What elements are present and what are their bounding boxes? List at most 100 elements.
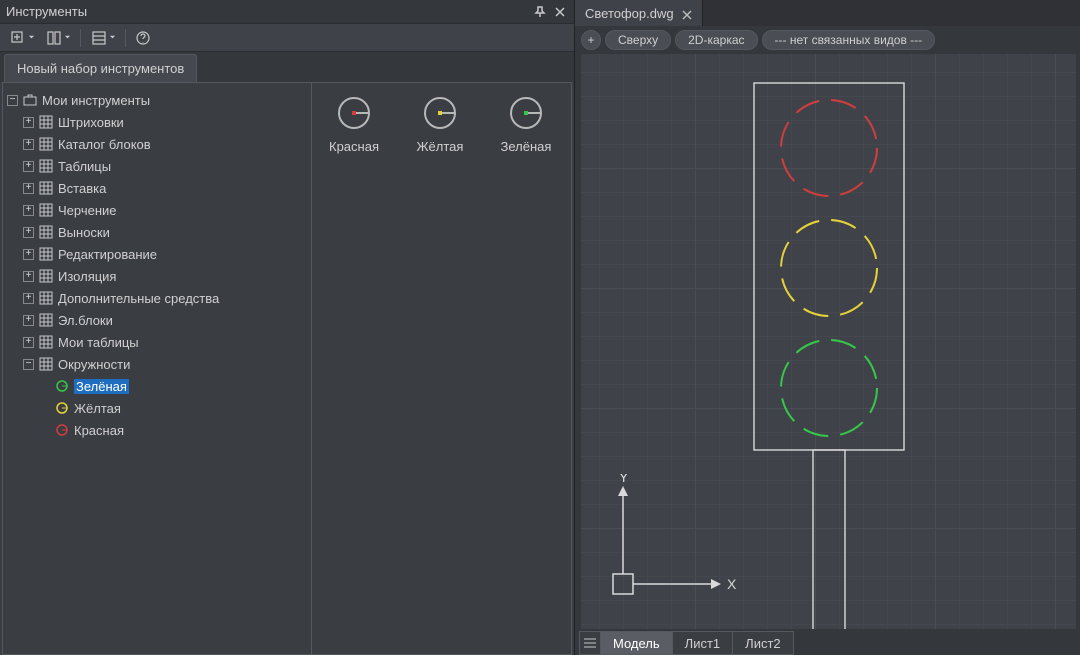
grid-icon [38,224,54,240]
layout-tabstrip: МодельЛист1Лист2 [575,631,1080,655]
gallery-item-label: Жёлтая [404,139,476,154]
toolbar-view-button[interactable] [87,27,119,49]
expand-icon[interactable] [23,139,34,150]
circle-icon [54,378,70,394]
tree-item[interactable]: Выноски [23,221,307,243]
document-tab-label: Светофор.dwg [585,6,674,21]
grid-icon [38,312,54,328]
expand-icon[interactable] [23,227,34,238]
document-tabstrip: Светофор.dwg [575,0,1080,26]
tool-gallery: Красная Жёлтая Зелёная [312,82,572,655]
layout-tab[interactable]: Модель [601,631,673,655]
tools-panel: Инструменты Новый набор инструментов [0,0,575,655]
expand-icon[interactable] [23,183,34,194]
gallery-item[interactable]: Зелёная [490,93,562,154]
tree-item[interactable]: Окружности [23,353,307,375]
gallery-item-label: Красная [318,139,390,154]
breadcrumb-linked-views[interactable]: --- нет связанных видов --- [762,30,936,50]
tree-item[interactable]: Изоляция [23,265,307,287]
close-document-icon[interactable] [682,8,692,18]
expand-icon[interactable] [7,95,18,106]
tree-item-label: Изоляция [58,269,116,284]
expand-icon[interactable] [23,359,34,370]
toolset-tab[interactable]: Новый набор инструментов [4,54,197,82]
tree-root-label: Мои инструменты [42,93,150,108]
expand-icon[interactable] [23,117,34,128]
tree-item-label: Мои таблицы [58,335,139,350]
toolbar-separator [125,29,126,47]
tree-item-label: Дополнительные средства [58,291,219,306]
tree-item[interactable]: Вставка [23,177,307,199]
tree-item-label: Окружности [58,357,130,372]
tree-item-label: Зелёная [74,379,129,394]
breadcrumb-add-button[interactable]: + [581,30,601,50]
ucs-icon: Y X [603,474,743,607]
expand-icon[interactable] [23,249,34,260]
grid-icon [38,268,54,284]
layout-tab[interactable]: Лист2 [733,631,793,655]
svg-text:Y: Y [619,474,629,485]
grid-icon [38,136,54,152]
tree-item[interactable]: Эл.блоки [23,309,307,331]
tree-item-label: Эл.блоки [58,313,113,328]
gallery-item[interactable]: Красная [318,93,390,154]
layout-list-icon[interactable] [579,631,601,655]
circle-icon [54,400,70,416]
expand-icon[interactable] [23,161,34,172]
tree-item-label: Вставка [58,181,106,196]
tools-panel-title: Инструменты [6,4,528,19]
toolbar-help-button[interactable] [132,27,154,49]
toolbar-add-button[interactable] [6,27,38,49]
breadcrumb-visual-style[interactable]: 2D-каркас [675,30,757,50]
expand-icon[interactable] [23,205,34,216]
tree-item[interactable]: Редактирование [23,243,307,265]
tree-item[interactable]: Зелёная [39,375,307,397]
tree-item-label: Каталог блоков [58,137,151,152]
expand-icon[interactable] [23,337,34,348]
tools-workarea: Мои инструменты Штриховки Каталог блоков… [0,82,574,655]
tree-item-label: Штриховки [58,115,124,130]
circle-icon [54,422,70,438]
expand-icon[interactable] [23,315,34,326]
toolbar-separator [80,29,81,47]
tree-item-label: Таблицы [58,159,111,174]
tree-item[interactable]: Черчение [23,199,307,221]
grid-icon [38,356,54,372]
drawing-area: Светофор.dwg + Сверху 2D-каркас --- нет … [575,0,1080,655]
breadcrumb-view[interactable]: Сверху [605,30,671,50]
tree-root[interactable]: Мои инструменты [7,89,307,111]
gallery-item-label: Зелёная [490,139,562,154]
gallery-item[interactable]: Жёлтая [404,93,476,154]
view-breadcrumb: + Сверху 2D-каркас --- нет связанных вид… [575,26,1080,54]
drawing-canvas[interactable]: Y X [581,54,1076,629]
circle-tool-icon [334,93,374,133]
circle-tool-icon [420,93,460,133]
tree-item[interactable]: Штриховки [23,111,307,133]
grid-icon [38,114,54,130]
tree-item[interactable]: Дополнительные средства [23,287,307,309]
toolset-tabstrip: Новый набор инструментов [0,52,574,82]
tools-tree[interactable]: Мои инструменты Штриховки Каталог блоков… [2,82,312,655]
expand-icon[interactable] [23,293,34,304]
layout-tab[interactable]: Лист1 [673,631,733,655]
grid-icon [38,158,54,174]
grid-icon [38,290,54,306]
pin-icon[interactable] [532,4,548,20]
tree-item[interactable]: Мои таблицы [23,331,307,353]
tools-panel-header: Инструменты [0,0,574,24]
document-tab[interactable]: Светофор.dwg [575,0,703,26]
tree-item[interactable]: Каталог блоков [23,133,307,155]
tree-item[interactable]: Жёлтая [39,397,307,419]
tree-item[interactable]: Красная [39,419,307,441]
svg-text:X: X [727,576,737,592]
tree-item-label: Выноски [58,225,110,240]
tree-item-label: Редактирование [58,247,157,262]
toolbox-icon [22,92,38,108]
expand-icon[interactable] [23,271,34,282]
tree-item[interactable]: Таблицы [23,155,307,177]
toolbar-palette-button[interactable] [42,27,74,49]
close-panel-icon[interactable] [552,4,568,20]
tools-toolbar [0,24,574,52]
grid-icon [38,180,54,196]
tree-item-label: Красная [74,423,124,438]
